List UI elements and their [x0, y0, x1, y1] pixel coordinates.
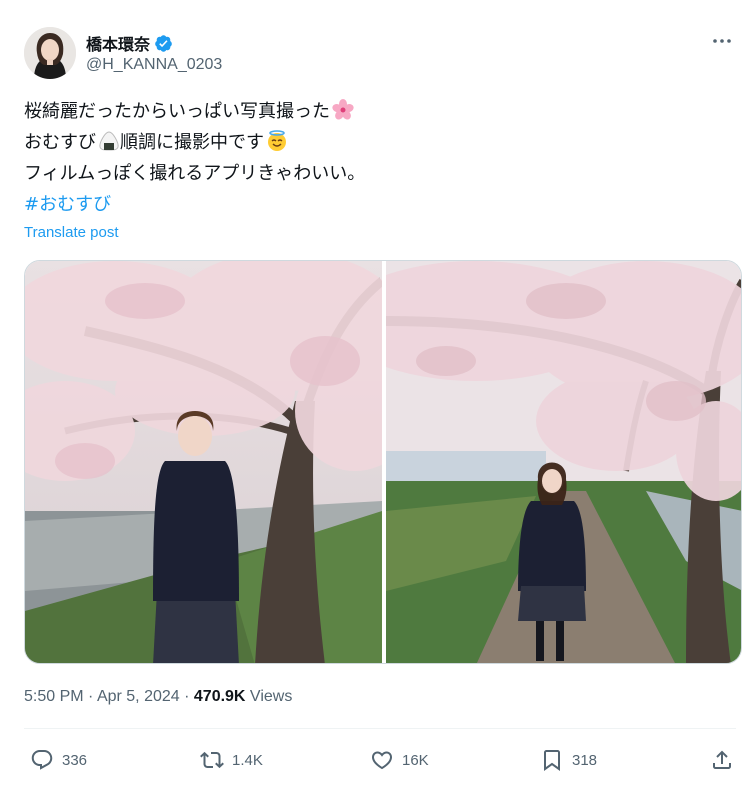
meta-separator: ·: [179, 688, 194, 705]
tweet-header: 橋本環奈 @H_KANNA_0203: [24, 27, 736, 79]
photo-1[interactable]: [25, 261, 382, 663]
views-label: Views: [245, 688, 293, 705]
author-handle[interactable]: @H_KANNA_0203: [86, 56, 222, 74]
repost-button[interactable]: 1.4K: [200, 748, 263, 772]
rice-ball-emoji: [98, 130, 120, 152]
tweet-text-segment: 桜綺麗だったからいっぱい写真撮った: [24, 101, 330, 122]
heart-icon: [371, 751, 393, 770]
views-count: 470.9K: [193, 688, 246, 705]
tweet-text-segment: フィルムっぽく撮れるアプリきゃわいい。: [24, 163, 366, 184]
translate-post-link[interactable]: Translate post: [24, 224, 119, 241]
meta-separator: ·: [83, 688, 97, 705]
tweet-line-3: フィルムっぽく撮れるアプリきゃわいい。: [24, 158, 724, 189]
bookmark-count: 318: [572, 751, 598, 769]
tweet-line-1: 桜綺麗だったからいっぱい写真撮った: [24, 96, 724, 127]
bookmark-button[interactable]: 318: [540, 748, 597, 772]
media-grid: [24, 260, 742, 664]
reply-count: 336: [62, 751, 88, 769]
tweet-text-segment: 順調に撮影中です: [120, 132, 264, 153]
reply-icon: [31, 750, 53, 770]
tweet-time[interactable]: 5:50 PM: [24, 688, 84, 705]
like-button[interactable]: 16K: [370, 748, 429, 772]
verified-badge-icon: [154, 34, 173, 53]
repost-icon: [200, 751, 224, 769]
bookmark-icon: [544, 750, 560, 771]
display-name[interactable]: 橋本環奈: [86, 31, 150, 55]
tweet-text-segment: おむすび: [24, 132, 96, 153]
like-count: 16K: [402, 751, 429, 769]
tweet-date[interactable]: Apr 5, 2024: [97, 688, 180, 705]
tweet-line-2: おむすび 順調に撮影中です: [24, 127, 724, 158]
halo-smile-emoji: [266, 130, 288, 152]
tweet-line-4: #おむすび: [24, 189, 724, 220]
action-bar: 336 1.4K 16K 318: [24, 748, 736, 782]
share-icon: [713, 750, 731, 769]
more-options-icon[interactable]: [710, 29, 734, 53]
divider: [24, 728, 736, 729]
author-name-row: 橋本環奈: [86, 31, 173, 55]
tweet-text: 桜綺麗だったからいっぱい写真撮った おむすび 順調に撮影中です フィルムっぽく撮…: [24, 96, 724, 220]
cherry-blossom-emoji: [332, 99, 354, 121]
repost-count: 1.4K: [232, 751, 263, 769]
tweet-meta: 5:50 PM · Apr 5, 2024 · 470.9K Views: [24, 688, 292, 706]
photo-2[interactable]: [386, 261, 741, 663]
share-button[interactable]: [710, 748, 742, 772]
hashtag-link[interactable]: #おむすび: [24, 194, 111, 215]
reply-button[interactable]: 336: [30, 748, 87, 772]
avatar[interactable]: [24, 27, 76, 79]
